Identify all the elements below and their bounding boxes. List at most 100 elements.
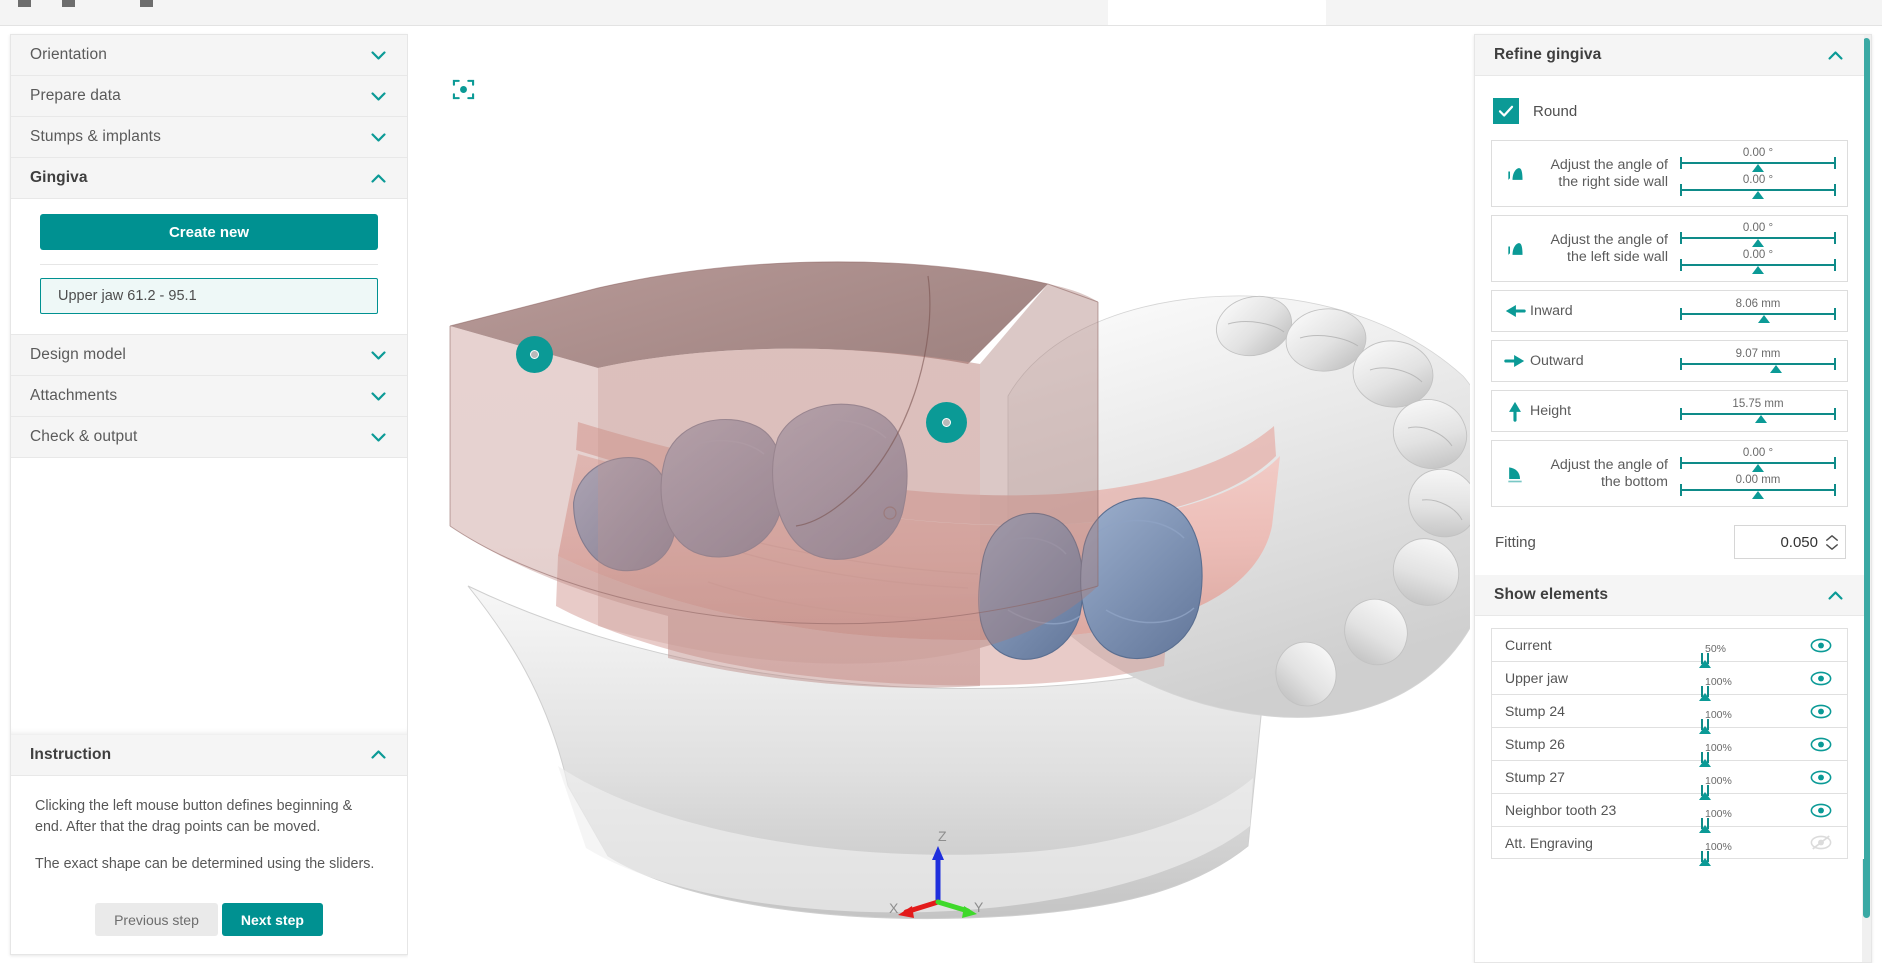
slider-cap-left xyxy=(1680,457,1682,469)
slider-bottom-offset[interactable]: 0.00 mm xyxy=(1678,474,1838,499)
visibility-eye-icon[interactable] xyxy=(1801,704,1841,719)
slider-thumb[interactable] xyxy=(1699,660,1711,668)
arrow-left-icon xyxy=(1500,300,1530,322)
element-label: Stump 24 xyxy=(1505,703,1565,719)
element-label: Neighbor tooth 23 xyxy=(1505,802,1617,818)
slider-cap-right xyxy=(1834,457,1836,469)
gingiva-drag-point-end[interactable] xyxy=(926,402,967,443)
divider xyxy=(40,264,378,265)
instruction-buttons: Previous step Next step xyxy=(35,903,383,936)
side-wall-right-icon xyxy=(1500,164,1530,184)
slider-thumb[interactable] xyxy=(1699,857,1711,866)
sidebar-item-orientation[interactable]: Orientation xyxy=(11,35,407,76)
previous-step-button[interactable]: Previous step xyxy=(95,903,218,936)
slider-left-wall-angle-2[interactable]: 0.00 ° xyxy=(1678,249,1838,274)
slider-outward[interactable]: 9.07 mm xyxy=(1678,348,1838,373)
axis-label-y: Y xyxy=(974,899,984,915)
drag-point-center xyxy=(530,350,539,359)
3d-viewport[interactable]: Z X Y R V xyxy=(408,26,1470,963)
instruction-header[interactable]: Instruction xyxy=(11,734,407,776)
show-elements-body: Current 50% Upper jaw 100% Stump 24 100%… xyxy=(1475,616,1864,866)
slider-bottom-angle[interactable]: 0.00 ° xyxy=(1678,447,1838,472)
sidebar-item-design-model[interactable]: Design model xyxy=(11,335,407,376)
control-label: Outward xyxy=(1530,352,1584,369)
slider-right-wall-angle-2[interactable]: 0.00 ° xyxy=(1678,174,1838,199)
round-checkbox[interactable] xyxy=(1493,98,1519,124)
bottom-angle-icon xyxy=(1500,464,1530,484)
next-step-button[interactable]: Next step xyxy=(221,903,323,936)
slider-thumb[interactable] xyxy=(1699,759,1711,767)
instruction-paragraph-2: The exact shape can be determined using … xyxy=(35,855,375,872)
slider-thumb[interactable] xyxy=(1769,365,1782,373)
drag-point-center xyxy=(942,418,951,427)
control-label: Adjust the angle of the bottom xyxy=(1550,456,1668,490)
element-label: Stump 26 xyxy=(1505,736,1565,752)
tab-label-5: — xyxy=(1786,0,1799,4)
left-sidebar: Orientation Prepare data Stumps & implan… xyxy=(10,34,408,955)
slider-thumb[interactable] xyxy=(1755,415,1768,423)
table-row[interactable]: Current 50% xyxy=(1491,628,1848,668)
fitting-spinner[interactable]: 0.050 xyxy=(1734,525,1846,559)
slider-thumb[interactable] xyxy=(1752,164,1764,172)
slider-height[interactable]: 15.75 mm xyxy=(1678,398,1838,423)
slider-thumb[interactable] xyxy=(1699,792,1711,800)
slider-thumb[interactable] xyxy=(1752,464,1764,472)
slider-thumb[interactable] xyxy=(1752,266,1764,274)
sidebar-item-prepare-data[interactable]: Prepare data xyxy=(11,76,407,117)
refine-gingiva-header[interactable]: Refine gingiva xyxy=(1475,35,1864,76)
focus-target-icon[interactable] xyxy=(452,78,475,101)
visibility-eye-icon[interactable] xyxy=(1801,803,1841,818)
slider-left-wall-angle-1[interactable]: 0.00 ° xyxy=(1678,222,1838,247)
slider-value: 0.00 ° xyxy=(1742,174,1774,186)
visibility-eye-icon[interactable] xyxy=(1801,671,1841,686)
table-row[interactable]: Att. Engraving 100% xyxy=(1491,826,1848,866)
table-row[interactable]: Stump 26 100% xyxy=(1491,727,1848,767)
sidebar-item-gingiva[interactable]: Gingiva xyxy=(11,158,407,199)
control-outward: Outward 9.07 mm xyxy=(1491,340,1848,382)
fitting-stepper[interactable] xyxy=(1825,534,1839,551)
show-elements-header[interactable]: Show elements xyxy=(1475,575,1864,616)
create-new-button[interactable]: Create new xyxy=(40,214,378,250)
visibility-eye-icon[interactable] xyxy=(1801,737,1841,752)
table-row[interactable]: Upper jaw 100% xyxy=(1491,661,1848,701)
table-row[interactable]: Stump 24 100% xyxy=(1491,694,1848,734)
sidebar-item-stumps-implants[interactable]: Stumps & implants xyxy=(11,117,407,158)
table-row[interactable]: Neighbor tooth 23 100% xyxy=(1491,793,1848,833)
fitting-value[interactable]: 0.050 xyxy=(1743,534,1825,551)
slider-thumb[interactable] xyxy=(1752,191,1764,199)
sidebar-item-attachments[interactable]: Attachments xyxy=(11,376,407,417)
slider-thumb[interactable] xyxy=(1699,825,1711,833)
scrollbar-thumb[interactable] xyxy=(1863,38,1870,918)
slider-value: 9.07 mm xyxy=(1735,348,1781,360)
table-row[interactable]: Stump 27 100% xyxy=(1491,760,1848,800)
chevron-down-icon xyxy=(370,88,387,105)
toolbar-icon-save[interactable] xyxy=(18,0,31,7)
slider-cap-right xyxy=(1834,232,1836,244)
visibility-hidden-eye-icon[interactable] xyxy=(1801,835,1841,850)
chevron-up-icon xyxy=(370,170,387,187)
refine-gingiva-body: Round Adjust the angle of the right side… xyxy=(1475,76,1864,575)
element-label: Upper jaw xyxy=(1505,670,1569,686)
chevron-down-icon xyxy=(370,47,387,64)
visibility-eye-icon[interactable] xyxy=(1801,770,1841,785)
slider-inward[interactable]: 8.06 mm xyxy=(1678,298,1838,323)
element-label: Stump 27 xyxy=(1505,769,1565,785)
slider-right-wall-angle-1[interactable]: 0.00 ° xyxy=(1678,147,1838,172)
slider-thumb[interactable] xyxy=(1699,693,1711,701)
slider-cap-left xyxy=(1680,157,1682,169)
sidebar-empty-space xyxy=(11,458,407,735)
gingiva-drag-point-start[interactable] xyxy=(516,336,553,373)
slider-thumb[interactable] xyxy=(1699,726,1711,734)
toolbar-icon-pause[interactable] xyxy=(62,0,75,7)
gingiva-list-item-upper-jaw[interactable]: Upper jaw 61.2 - 95.1 xyxy=(40,278,378,314)
slider-thumb[interactable] xyxy=(1758,315,1771,323)
sidebar-item-check-output[interactable]: Check & output xyxy=(11,417,407,458)
slider-thumb[interactable] xyxy=(1752,491,1764,499)
chevron-down-icon xyxy=(370,388,387,405)
instruction-body: Clicking the left mouse button defines b… xyxy=(11,775,407,954)
visibility-eye-icon[interactable] xyxy=(1801,638,1841,653)
element-label: Att. Engraving xyxy=(1505,834,1593,851)
toolbar-icon-tool[interactable] xyxy=(140,0,153,7)
gingiva-section-body: Create new Upper jaw 61.2 - 95.1 xyxy=(11,199,407,335)
slider-thumb[interactable] xyxy=(1752,239,1764,247)
